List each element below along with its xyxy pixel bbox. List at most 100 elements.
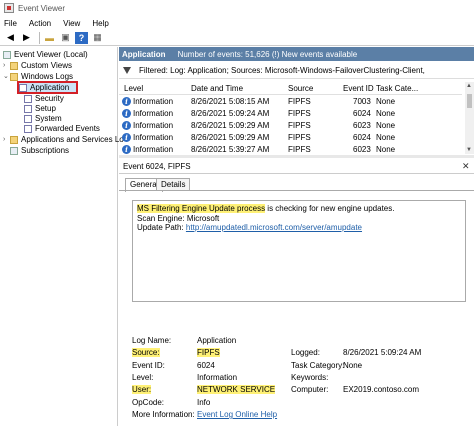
message-highlight: MS Filtering Engine Update process — [137, 204, 266, 213]
tree-item-system[interactable]: System — [24, 114, 62, 124]
filter-bar: Filtered: Log: Application; Sources: Mic… — [119, 62, 474, 79]
folder-icon — [10, 73, 18, 81]
update-path-link[interactable]: http://amupdatedl.microsoft.com/server/a… — [186, 223, 362, 232]
cell-event-id: 6024 — [353, 133, 371, 142]
pane-icon[interactable]: ▦ — [91, 32, 104, 44]
close-icon[interactable]: ✕ — [462, 161, 470, 172]
cell-level: Information — [133, 97, 174, 106]
column-date-time[interactable]: Date and Time — [191, 84, 243, 93]
cell-task: None — [376, 121, 396, 130]
cell-level: Information — [133, 145, 174, 154]
computer-label: Computer: — [291, 385, 329, 394]
toolbar: ◀ ▶ ▬ ▣ ? ▦ — [0, 30, 474, 46]
chevron-right-icon[interactable]: › — [3, 61, 10, 71]
back-icon[interactable]: ◀ — [4, 32, 17, 44]
scan-engine-line: Scan Engine: Microsoft — [137, 213, 220, 223]
table-row[interactable]: i Information 8/26/2021 5:09:29 AM FIPFS… — [119, 132, 462, 144]
menu-file[interactable]: File — [4, 19, 17, 28]
tree-custom-views[interactable]: › Custom Views — [3, 61, 72, 71]
grid-scrollbar[interactable]: ▲ ▼ — [465, 82, 474, 154]
tree-item-label: Application — [30, 82, 70, 92]
cell-task: None — [376, 97, 396, 106]
folder-icon — [10, 136, 18, 144]
grid-header: Level Date and Time Source Event ID Task… — [119, 82, 462, 95]
forward-icon[interactable]: ▶ — [20, 32, 33, 44]
cell-level: Information — [133, 109, 174, 118]
window-title: Event Viewer — [18, 3, 65, 13]
cell-source: FIPFS — [288, 145, 311, 154]
information-icon: i — [122, 121, 131, 130]
tab-divider — [119, 190, 474, 191]
cell-event-id: 6023 — [353, 145, 371, 154]
cell-event-id: 6023 — [353, 121, 371, 130]
log-icon — [24, 105, 32, 113]
help-icon[interactable]: ? — [75, 31, 88, 44]
cell-event-id: 7003 — [353, 97, 371, 106]
filter-text: Filtered: Log: Application; Sources: Mic… — [139, 65, 425, 75]
cell-date: 8/26/2021 5:09:29 AM — [191, 133, 270, 142]
update-path-label: Update Path: — [137, 223, 186, 232]
source-label: Source: — [132, 348, 160, 357]
chevron-right-icon[interactable]: › — [3, 135, 10, 145]
cell-task: None — [376, 145, 396, 154]
cell-level: Information — [133, 121, 174, 130]
event-message[interactable]: MS Filtering Engine Update process is ch… — [132, 200, 466, 302]
menu-action[interactable]: Action — [29, 19, 51, 28]
log-name-value: Application — [197, 336, 237, 345]
log-icon — [24, 115, 32, 123]
tree-item-label: System — [35, 114, 62, 123]
keywords-label: Keywords: — [291, 373, 329, 382]
log-header: Application Number of events: 51,626 (!)… — [119, 47, 474, 61]
scroll-up-icon[interactable]: ▲ — [466, 83, 472, 89]
information-icon: i — [122, 97, 131, 106]
cell-task: None — [376, 109, 396, 118]
tree-item-security[interactable]: Security — [24, 94, 64, 104]
cell-level: Information — [133, 133, 174, 142]
cell-source: FIPFS — [288, 97, 311, 106]
menu-help[interactable]: Help — [92, 19, 108, 28]
event-detail-title: Event 6024, FIPFS — [123, 162, 191, 171]
information-icon: i — [122, 109, 131, 118]
computer-icon — [3, 51, 11, 59]
tree-item-label: Forwarded Events — [35, 124, 100, 133]
tree-apps-services-label: Applications and Services Lo — [21, 135, 124, 144]
information-icon: i — [122, 145, 131, 154]
tree-subscriptions[interactable]: Subscriptions — [10, 146, 69, 156]
table-row[interactable]: i Information 8/26/2021 5:08:15 AM FIPFS… — [119, 96, 462, 108]
table-row[interactable]: i Information 8/26/2021 5:09:24 AM FIPFS… — [119, 108, 462, 120]
tree-root-label: Event Viewer (Local) — [14, 50, 88, 59]
folder-icon[interactable]: ▬ — [43, 32, 56, 44]
title-bar: Event Viewer — [0, 0, 474, 16]
cell-source: FIPFS — [288, 133, 311, 142]
event-count: Number of events: 51,626 (!) New events … — [177, 49, 358, 59]
tree-apps-services[interactable]: › Applications and Services Lo — [3, 135, 124, 145]
tree-root[interactable]: Event Viewer (Local) — [3, 50, 88, 60]
event-detail-header: Event 6024, FIPFS — [119, 160, 474, 174]
tree-item-application[interactable]: Application — [17, 81, 78, 94]
toolbar-separator — [39, 31, 40, 44]
event-log-online-help-link[interactable]: Event Log Online Help — [197, 410, 277, 419]
cell-event-id: 6024 — [353, 109, 371, 118]
cell-date: 8/26/2021 5:08:15 AM — [191, 97, 270, 106]
cell-source: FIPFS — [288, 121, 311, 130]
menu-view[interactable]: View — [63, 19, 80, 28]
pane-splitter[interactable] — [119, 155, 474, 158]
scroll-thumb[interactable] — [467, 94, 472, 108]
table-row[interactable]: i Information 8/26/2021 5:09:29 AM FIPFS… — [119, 120, 462, 132]
tree-item-setup[interactable]: Setup — [24, 104, 56, 114]
user-label: User: — [132, 385, 152, 394]
column-event-id[interactable]: Event ID — [343, 84, 374, 93]
filter-icon — [123, 66, 131, 74]
column-level[interactable]: Level — [124, 84, 143, 93]
scroll-down-icon[interactable]: ▼ — [466, 147, 472, 153]
console-icon[interactable]: ▣ — [59, 32, 72, 44]
level-value: Information — [197, 373, 238, 382]
tree-item-forwarded-events[interactable]: Forwarded Events — [24, 124, 100, 134]
menu-bar: File Action View Help — [0, 16, 474, 30]
subscriptions-icon — [10, 147, 18, 155]
column-task-category[interactable]: Task Cate... — [376, 84, 418, 93]
logged-value: 8/26/2021 5:09:24 AM — [343, 348, 422, 357]
chevron-down-icon[interactable]: ⌄ — [3, 72, 10, 82]
event-tabs: General Details — [119, 176, 474, 192]
column-source[interactable]: Source — [288, 84, 313, 93]
